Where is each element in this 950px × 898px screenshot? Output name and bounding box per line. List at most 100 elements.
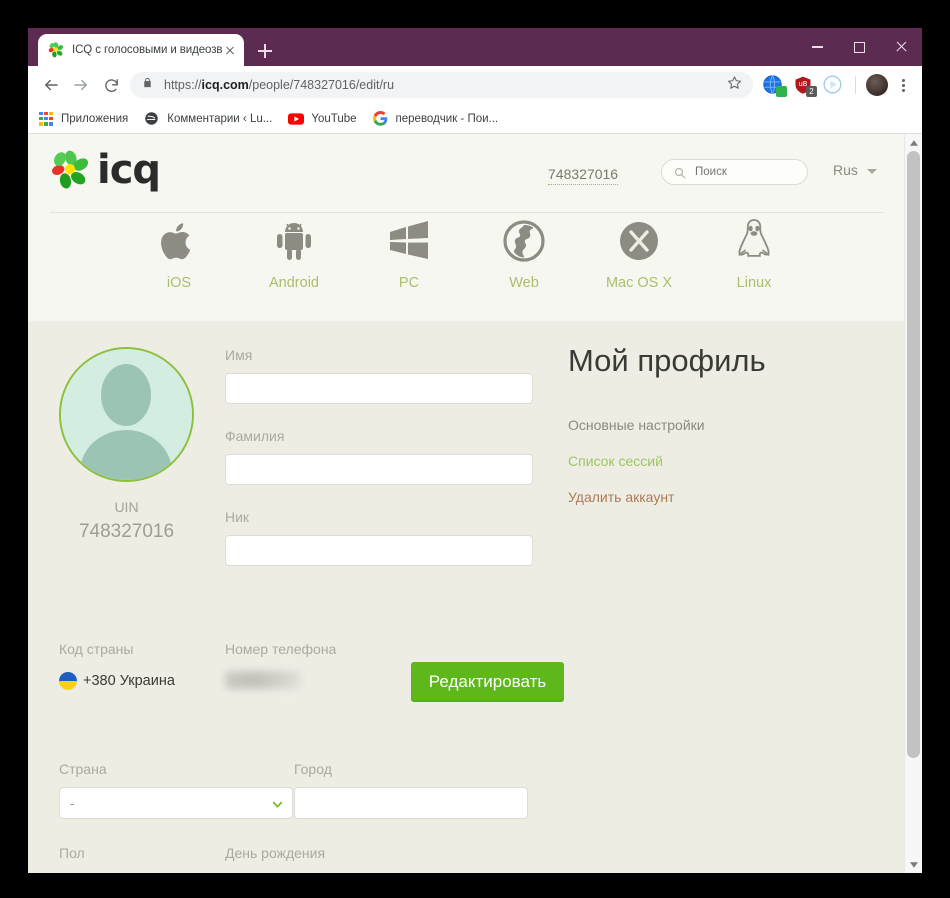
language-label: Rus	[833, 162, 858, 178]
edit-button[interactable]: Редактировать	[411, 662, 564, 702]
geo-fields: -	[59, 787, 569, 823]
platform-linux[interactable]: Linux	[718, 216, 790, 291]
bookmarks-bar: Приложения Комментарии ‹ Lu... YouTube п…	[28, 104, 922, 134]
country-code-text: +380 Украина	[83, 673, 175, 689]
extension-play-icon[interactable]	[821, 72, 847, 98]
sidebar-link-delete-account[interactable]: Удалить аккаунт	[568, 489, 868, 505]
chevron-down-icon	[866, 168, 877, 174]
scrollbar-down-arrow[interactable]	[905, 856, 922, 873]
sidebar-link-sessions[interactable]: Список сессий	[568, 453, 868, 469]
phone-section: Код страны Номер телефона +380 Украина Р…	[59, 641, 579, 711]
window-close-button[interactable]	[880, 28, 922, 66]
geo-labels: Страна Город	[59, 761, 569, 787]
city-input[interactable]	[294, 787, 528, 819]
bookmark-translator[interactable]: переводчик - Пои...	[372, 110, 498, 127]
browser-window: ICQ с голосовыми и видеозвон https://icq…	[28, 28, 922, 873]
phone-number-redacted	[225, 671, 301, 689]
icq-page: icq 748327016 Rus	[28, 134, 905, 873]
bookmark-comments[interactable]: Комментарии ‹ Lu...	[144, 111, 272, 127]
field-label: Ник	[225, 509, 250, 525]
birthday-label: День рождения	[225, 845, 326, 861]
reload-icon[interactable]	[96, 70, 126, 100]
platform-android[interactable]: Android	[258, 216, 330, 291]
profile-sidebar: Мой профиль Основные настройки Список се…	[568, 343, 868, 525]
desktop-background: ICQ с голосовыми и видеозвон https://icq…	[0, 0, 950, 898]
page-title: Мой профиль	[568, 343, 766, 378]
tab-close-icon[interactable]	[222, 42, 238, 58]
site-header: icq 748327016 Rus	[28, 134, 905, 321]
forward-arrow-icon[interactable]	[66, 70, 96, 100]
youtube-icon	[288, 111, 305, 127]
bookmark-apps[interactable]: Приложения	[38, 111, 128, 127]
window-maximize-button[interactable]	[838, 28, 880, 66]
field-nickname: Ник	[225, 509, 535, 566]
site-main-content: UIN 748327016 Имя Фамилия Ник Мой профил…	[28, 321, 905, 873]
browser-tabstrip: ICQ с голосовыми и видеозвон	[28, 28, 922, 66]
country-label: Страна	[59, 761, 107, 777]
platform-pc[interactable]: PC	[373, 216, 445, 291]
bookmark-youtube[interactable]: YouTube	[288, 111, 357, 127]
apps-grid-icon	[38, 111, 54, 127]
gender-label: Пол	[59, 845, 85, 861]
browser-tab-title: ICQ с голосовыми и видеозвон	[72, 44, 222, 56]
country-code-value[interactable]: +380 Украина	[59, 672, 175, 690]
platform-macosx[interactable]: Mac OS X	[603, 216, 675, 291]
three-dots-menu-icon[interactable]	[892, 72, 914, 98]
mac-x-icon	[616, 216, 662, 266]
language-selector[interactable]: Rus	[833, 162, 877, 178]
ukraine-flag-icon	[59, 672, 77, 690]
field-first-name: Имя	[225, 347, 535, 404]
field-last-name: Фамилия	[225, 428, 535, 485]
window-minimize-button[interactable]	[796, 28, 838, 66]
geo-section: Страна Город -	[59, 761, 569, 823]
extension-icons: uB 2	[759, 72, 849, 98]
icq-logo[interactable]: icq	[50, 150, 161, 190]
linux-penguin-icon	[733, 216, 775, 266]
platform-label: iOS	[166, 275, 192, 291]
icq-flower-icon	[50, 150, 90, 190]
scrollbar-up-arrow[interactable]	[905, 134, 922, 151]
header-divider	[50, 212, 883, 213]
search-input[interactable]	[693, 165, 797, 179]
new-tab-button[interactable]	[254, 40, 276, 62]
platform-label: Android	[269, 275, 319, 291]
platform-label: Web	[509, 275, 539, 291]
nickname-input[interactable]	[225, 535, 533, 566]
country-select-value: -	[70, 795, 75, 811]
header-uin-link[interactable]: 748327016	[548, 166, 619, 185]
toolbar-divider	[855, 76, 856, 94]
bookmark-label: Приложения	[61, 112, 129, 125]
page-scrollbar[interactable]	[904, 134, 922, 873]
platform-ios[interactable]: iOS	[143, 216, 215, 291]
uin-label: UIN	[114, 499, 139, 515]
android-icon	[272, 216, 316, 266]
window-controls	[796, 28, 922, 66]
scrollbar-thumb[interactable]	[907, 151, 920, 758]
city-label: Город	[294, 761, 332, 777]
back-arrow-icon[interactable]	[36, 70, 66, 100]
address-bar[interactable]: https://icq.com/people/748327016/edit/ru	[130, 72, 753, 98]
apple-icon	[159, 216, 199, 266]
field-label: Имя	[225, 347, 253, 363]
address-bar-url: https://icq.com/people/748327016/edit/ru	[164, 78, 721, 92]
profile-avatar[interactable]	[866, 74, 888, 96]
bookmark-star-icon[interactable]	[727, 75, 743, 95]
extension-shield-icon[interactable]: uB 2	[791, 72, 817, 98]
platform-web[interactable]: Web	[488, 216, 560, 291]
sidebar-link-main-settings[interactable]: Основные настройки	[568, 417, 868, 433]
page-viewport: icq 748327016 Rus	[28, 134, 922, 873]
field-label: Фамилия	[225, 428, 285, 444]
browser-tab-active[interactable]: ICQ с голосовыми и видеозвон	[38, 34, 244, 66]
url-path: /people/748327016/edit/ru	[248, 78, 395, 92]
country-select[interactable]: -	[59, 787, 293, 819]
site-search-box[interactable]	[661, 159, 808, 185]
extension-badge-count: 2	[806, 86, 817, 97]
uin-value: 748327016	[78, 521, 175, 542]
first-name-input[interactable]	[225, 373, 533, 404]
extension-badge	[776, 86, 787, 97]
default-user-avatar[interactable]	[59, 347, 194, 482]
icq-flower-icon	[48, 42, 64, 58]
last-name-input[interactable]	[225, 454, 533, 485]
extension-globe-icon[interactable]	[761, 72, 787, 98]
platform-label: Linux	[736, 275, 772, 291]
